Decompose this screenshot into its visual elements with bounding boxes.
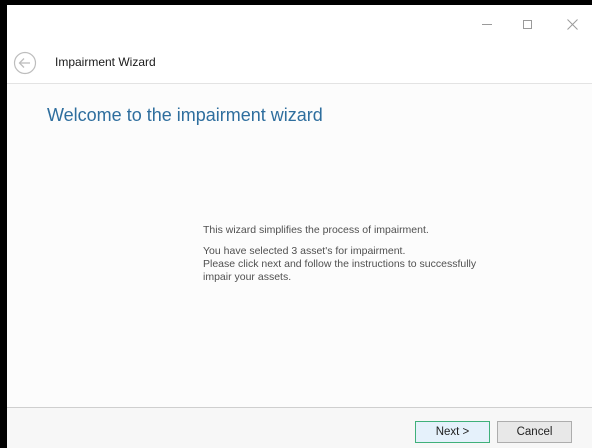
wizard-header: Impairment Wizard: [7, 43, 592, 84]
minimize-icon: [482, 23, 492, 25]
wizard-description: This wizard simplifies the process of im…: [203, 224, 503, 292]
wizard-footer: Next > Cancel: [7, 407, 592, 448]
minimize-button[interactable]: [467, 11, 507, 37]
back-button[interactable]: [13, 51, 37, 75]
back-arrow-icon: [13, 51, 37, 75]
selection-text: You have selected 3 asset's for impairme…: [203, 245, 503, 284]
wizard-title: Impairment Wizard: [55, 55, 156, 69]
intro-text: This wizard simplifies the process of im…: [203, 224, 429, 236]
next-button[interactable]: Next >: [415, 421, 490, 443]
selection-line: You have selected 3 asset's for impairme…: [203, 245, 406, 257]
cancel-button[interactable]: Cancel: [497, 421, 572, 443]
selection-line: Please click next and follow the instruc…: [203, 258, 477, 270]
selection-line: impair your assets.: [203, 271, 292, 283]
maximize-icon: [522, 19, 532, 29]
wizard-content: Welcome to the impairment wizard This wi…: [7, 84, 592, 407]
page-title: Welcome to the impairment wizard: [47, 105, 323, 125]
close-icon: [566, 18, 578, 30]
close-button[interactable]: [552, 11, 592, 37]
title-bar: [7, 5, 592, 43]
wizard-window: Impairment Wizard Welcome to the impairm…: [7, 5, 592, 448]
maximize-button[interactable]: [507, 11, 547, 37]
